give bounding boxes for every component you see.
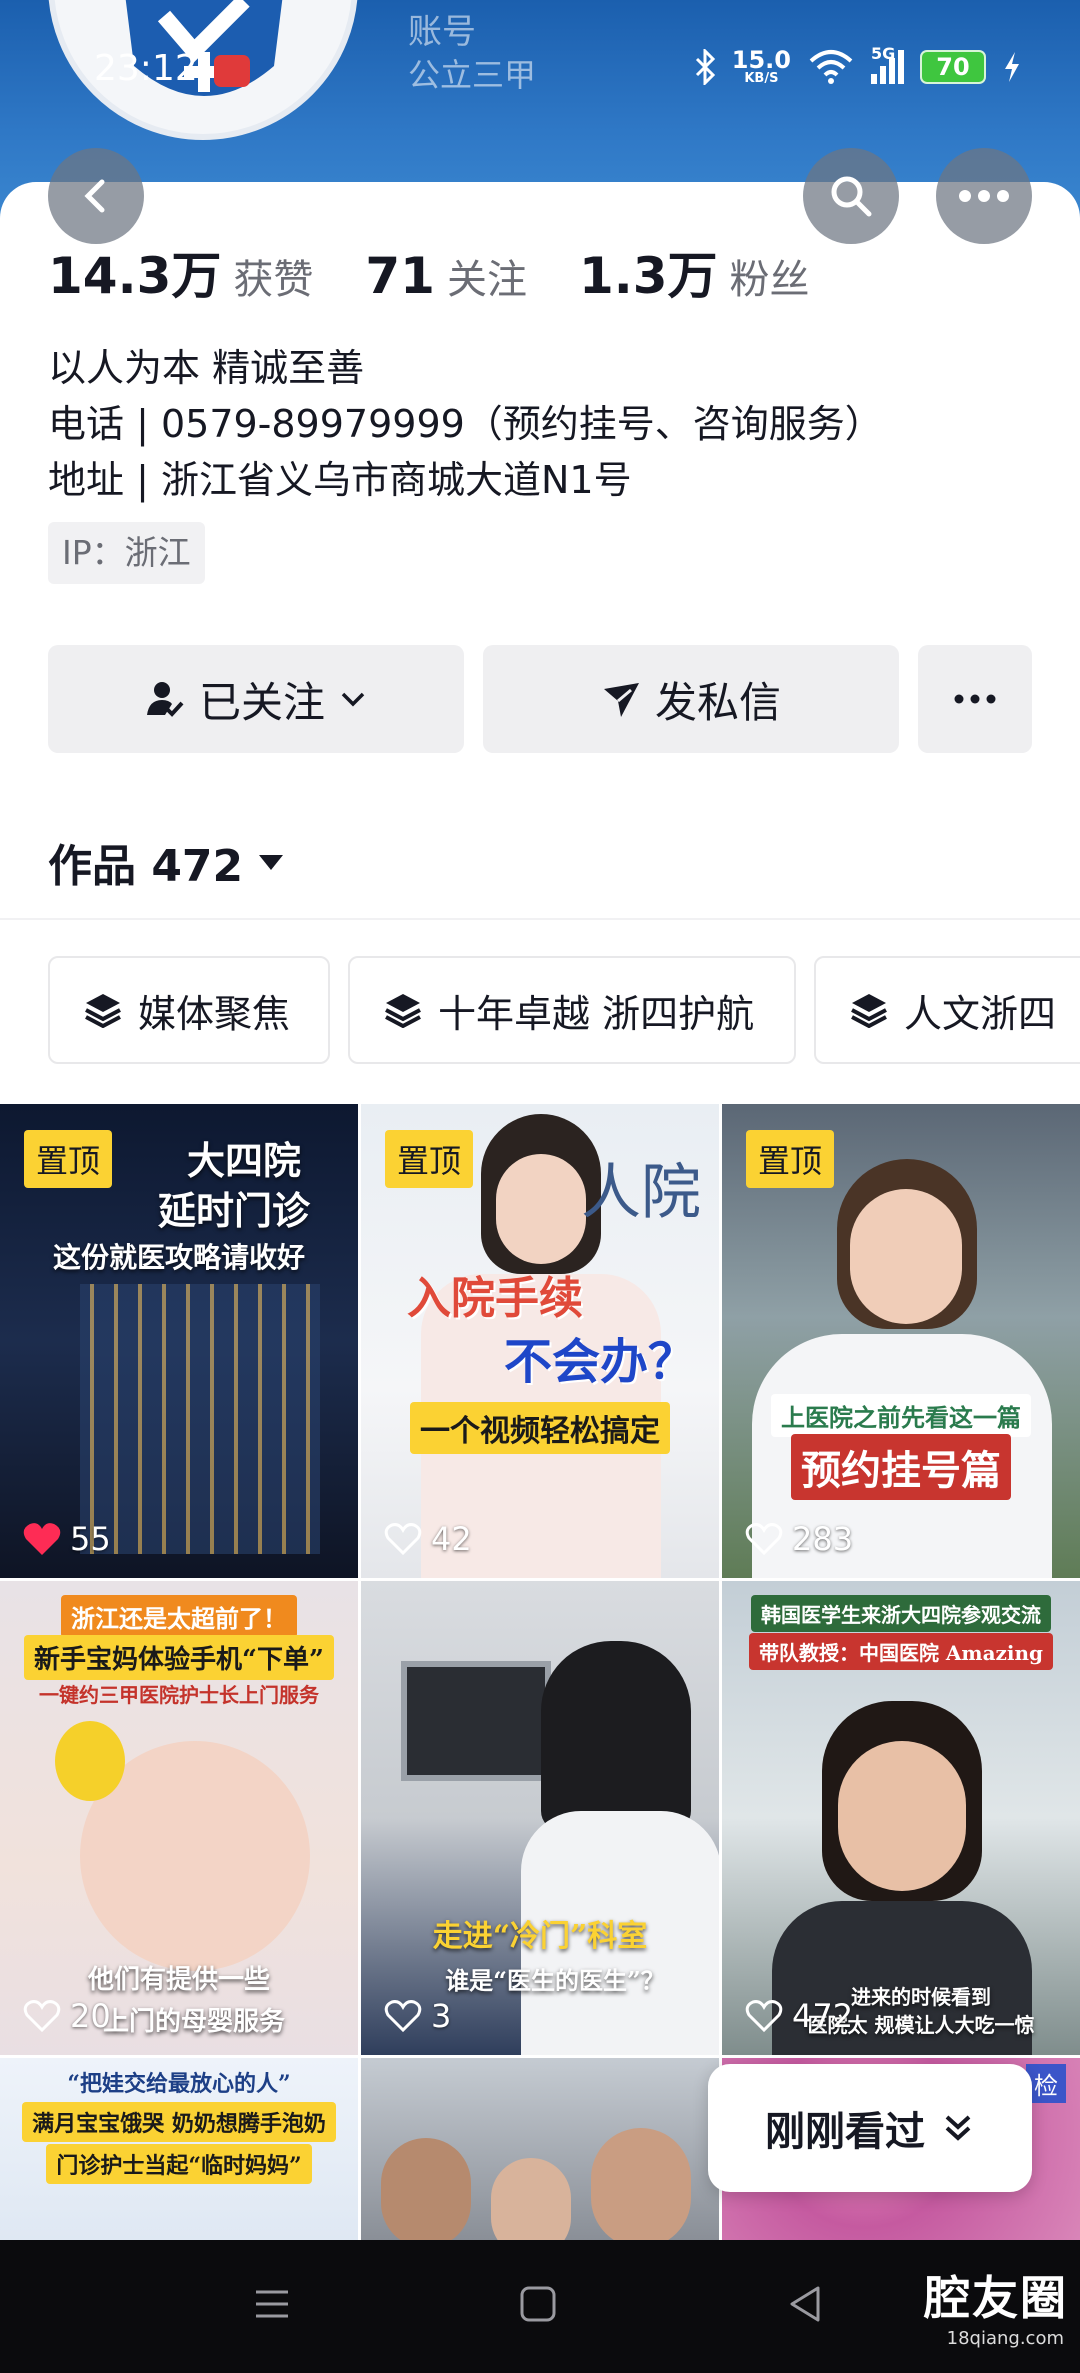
following-label[interactable]: 关注 (447, 247, 527, 305)
followed-button[interactable]: 已关注 (48, 645, 464, 753)
video-thumbnail[interactable]: 大四院 延时门诊 这份就医攻略请收好 置顶 55 (0, 1104, 358, 1578)
status-icons: 15.0 KB/S 5G 70 (694, 44, 1022, 86)
bio-phone: 电话 | 0579-89979999（预约挂号、咨询服务） (48, 402, 883, 446)
heart-outline-icon (23, 2000, 61, 2033)
video-thumbnail[interactable] (361, 2058, 719, 2240)
menu-icon[interactable] (252, 2284, 292, 2324)
like-count: 472 (744, 1997, 853, 2035)
pinned-badge: 置顶 (385, 1130, 474, 1188)
back-triangle-icon[interactable] (786, 2284, 826, 2324)
collection-chip-label: 人文浙四 (904, 991, 1057, 1036)
home-icon[interactable] (518, 2284, 558, 2324)
video-thumbnail[interactable]: 韩国医学生来浙大四院参观交流 带队教授：中国医院 Amazing 进来的时候看到… (722, 1581, 1080, 2055)
watermark-url: 18qiang.com (946, 2328, 1064, 2349)
wifi-icon (809, 49, 853, 84)
collection-chip-decade[interactable]: 十年卓越 浙四护航 (348, 956, 796, 1064)
video-thumbnail[interactable]: “把娃交给最放心的人” 满月宝宝饿哭 奶奶想腾手泡奶 门诊护士当起“临时妈妈” (0, 2058, 358, 2240)
recently-viewed-label: 刚刚看过 (765, 2109, 925, 2155)
heart-outline-icon (745, 1523, 783, 1556)
back-button[interactable] (48, 148, 144, 244)
layers-icon (385, 994, 421, 1028)
collection-chip-label: 十年卓越 浙四护航 (438, 991, 755, 1036)
bio-motto: 以人为本 精诚至善 (48, 346, 365, 390)
layers-icon (851, 994, 887, 1028)
user-check-icon (146, 682, 184, 717)
bio-address: 地址 | 浙江省义乌市商城大道N1号 (48, 458, 632, 502)
following-count[interactable]: 71 (365, 247, 435, 305)
pinned-badge: 置顶 (746, 1130, 835, 1188)
send-message-button[interactable]: 发私信 (483, 645, 899, 753)
system-nav-bar (0, 2240, 1080, 2373)
battery-indicator: 70 (920, 49, 986, 84)
charging-icon (1005, 51, 1019, 82)
video-thumbnail[interactable]: 上医院之前先看这一篇 预约挂号篇 置顶 283 (722, 1104, 1080, 1578)
more-dots-icon (954, 694, 996, 704)
like-count: 283 (744, 1520, 853, 1558)
heart-filled-icon (23, 1523, 61, 1555)
profile-stats: 14.3万 获赞 71 关注 1.3万 粉丝 (48, 236, 862, 308)
pinned-badge: 置顶 (24, 1130, 113, 1188)
caret-down-icon (259, 855, 284, 870)
search-button[interactable] (803, 148, 899, 244)
likes-count: 14.3万 (48, 247, 222, 305)
heart-outline-icon (745, 2000, 783, 2033)
ip-location-tag: IP：浙江 (48, 522, 205, 584)
send-message-label: 发私信 (654, 677, 781, 727)
video-thumbnail[interactable]: 人院 入院手续 不会办？ 一个视频轻松搞定 置顶 42 (361, 1104, 719, 1578)
recently-viewed-button[interactable]: 刚刚看过 (708, 2064, 1032, 2192)
collection-chips: 媒体聚焦 十年卓越 浙四护航 人文浙四 (48, 956, 1080, 1064)
works-count-label: 作品 472 (48, 841, 244, 892)
chevron-down-icon (341, 692, 365, 707)
like-count: 55 (22, 1520, 111, 1558)
watermark-logo: 腔友圈 (924, 2271, 1068, 2325)
bluetooth-icon (695, 48, 715, 85)
double-chevron-down-icon (945, 2115, 971, 2141)
chevron-left-icon (84, 179, 105, 213)
more-dots-icon (959, 190, 1009, 202)
search-icon (831, 176, 872, 217)
network-speed: 15.0 KB/S (731, 46, 791, 86)
account-tagline: 公立三甲 (408, 56, 537, 94)
like-count: 3 (383, 1997, 451, 2035)
heart-outline-icon (384, 1523, 422, 1556)
works-tab[interactable]: 作品 472 (48, 830, 285, 894)
likes-label: 获赞 (233, 257, 314, 303)
account-label: 账号 (408, 12, 476, 52)
followed-label: 已关注 (198, 677, 325, 727)
heart-outline-icon (384, 2000, 422, 2033)
collection-chip-media[interactable]: 媒体聚焦 (48, 956, 330, 1064)
more-options-button[interactable] (936, 148, 1032, 244)
profile-bio: 以人为本 精诚至善 电话 | 0579-89979999（预约挂号、咨询服务） … (48, 340, 883, 508)
collection-chip-humanities[interactable]: 人文浙四 (814, 956, 1080, 1064)
video-thumbnail[interactable]: 走进“冷门”科室 谁是“医生的医生”？ 3 (361, 1581, 719, 2055)
more-actions-button[interactable] (918, 645, 1032, 753)
like-count: 20 (22, 1997, 111, 2035)
like-count: 42 (383, 1520, 472, 1558)
followers-count[interactable]: 1.3万 (579, 236, 718, 308)
layers-icon (85, 994, 121, 1028)
cellular-signal-icon: 5G (871, 44, 904, 84)
collection-chip-label: 媒体聚焦 (138, 991, 291, 1036)
video-thumbnail[interactable]: 浙江还是太超前了！ 新手宝妈体验手机“下单” 一键约三甲医院护士长上门服务 他们… (0, 1581, 358, 2055)
followers-label[interactable]: 粉丝 (730, 247, 810, 305)
status-time: 23:12 (94, 48, 198, 89)
send-icon (603, 683, 639, 717)
section-divider (0, 918, 1080, 920)
notification-icon (214, 55, 250, 87)
